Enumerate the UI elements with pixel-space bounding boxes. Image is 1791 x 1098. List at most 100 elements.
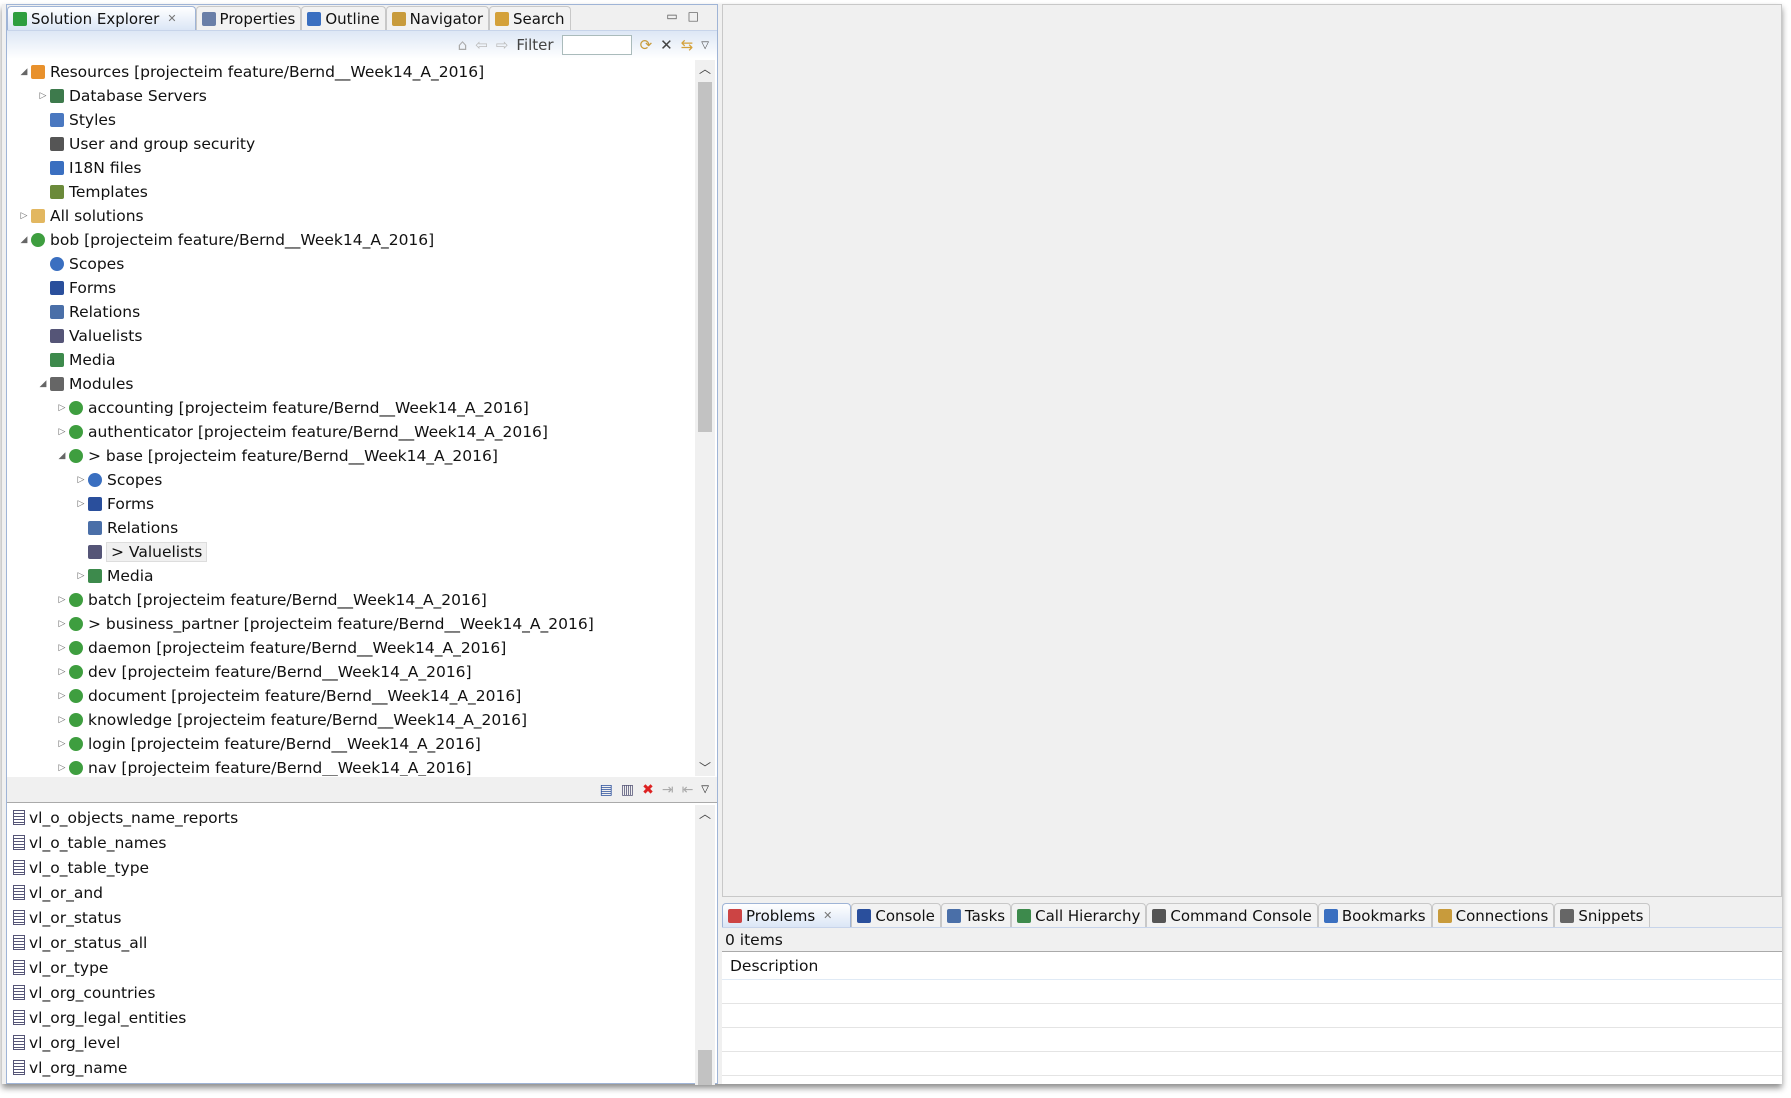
tree-item[interactable]: Templates (7, 180, 697, 204)
scroll-up-icon[interactable]: ︿ (695, 805, 715, 822)
tree-scrollbar[interactable]: ︿ ﹀ (695, 60, 715, 776)
tree-item[interactable]: ▷ Database Servers (7, 84, 697, 108)
tree-item[interactable]: ◢ Resources [projecteim feature/Bernd__We… (7, 60, 697, 84)
collapse-all-icon[interactable]: ✕ (660, 36, 673, 54)
delete-icon[interactable]: ✖ (642, 782, 654, 798)
tree-item[interactable]: Relations (7, 300, 697, 324)
collapsed-arrow-icon[interactable]: ▷ (55, 619, 69, 629)
collapsed-arrow-icon[interactable]: ▷ (55, 691, 69, 701)
tree-item[interactable]: ▷ batch [projecteim feature/Bernd__Week14… (7, 588, 697, 612)
scroll-thumb[interactable] (698, 1050, 712, 1085)
column-description[interactable]: Description (722, 952, 1782, 980)
collapsed-arrow-icon[interactable]: ▷ (55, 595, 69, 605)
tab-outline[interactable]: Outline (301, 6, 386, 30)
collapsed-arrow-icon[interactable]: ▷ (17, 211, 31, 221)
list-item[interactable]: vl_org_name (7, 1055, 697, 1080)
expanded-arrow-icon[interactable]: ◢ (55, 451, 69, 461)
tree-item[interactable]: ◢ > base [projecteim feature/Bernd__Week1… (7, 444, 697, 468)
tree-item[interactable]: ▷ > business_partner [projecteim feature/… (7, 612, 697, 636)
home-icon[interactable]: ⌂ (458, 36, 468, 54)
tab-bookmarks[interactable]: Bookmarks (1317, 903, 1432, 927)
tree-item[interactable]: ▷ dev [projecteim feature/Bernd__Week14_A… (7, 660, 697, 684)
tree-item[interactable]: ▷ All solutions (7, 204, 697, 228)
tree-item[interactable]: Styles (7, 108, 697, 132)
tree-item[interactable]: I18N files (7, 156, 697, 180)
scroll-down-icon[interactable]: ﹀ (695, 759, 715, 776)
tab-tasks[interactable]: Tasks (940, 903, 1012, 927)
tab-call-hierarchy[interactable]: Call Hierarchy (1011, 903, 1147, 927)
list-item[interactable]: vl_org_level (7, 1030, 697, 1055)
tab-snippets[interactable]: Snippets (1554, 903, 1650, 927)
tree-item[interactable]: Scopes (7, 252, 697, 276)
collapsed-arrow-icon[interactable]: ▷ (55, 763, 69, 773)
tree-item[interactable]: ▷ Scopes (7, 468, 697, 492)
collapsed-arrow-icon[interactable]: ▷ (74, 571, 88, 581)
close-icon[interactable]: ✕ (823, 909, 832, 922)
tree-item[interactable]: ◢ Modules (7, 372, 697, 396)
list-item[interactable]: vl_org_legal_entities (7, 1005, 697, 1030)
tree-item[interactable]: ▷ Forms (7, 492, 697, 516)
back-icon[interactable]: ⇦ (475, 36, 488, 54)
list-scrollbar[interactable]: ︿ (695, 805, 715, 1085)
list-item[interactable]: vl_o_table_type (7, 855, 697, 880)
tree-item[interactable]: ▷ authenticator [projecteim feature/Bernd… (7, 420, 697, 444)
sync-icon[interactable]: ⟳ (640, 36, 653, 54)
minimize-maximize-buttons[interactable]: ▭□ (666, 9, 709, 23)
collapsed-arrow-icon[interactable]: ▷ (36, 91, 50, 101)
scroll-up-icon[interactable]: ︿ (695, 60, 715, 77)
expanded-arrow-icon[interactable]: ◢ (17, 67, 31, 77)
table-row (722, 1028, 1782, 1052)
move-in-icon[interactable]: ⇤ (682, 782, 694, 798)
collapsed-arrow-icon[interactable]: ▷ (74, 475, 88, 485)
scroll-thumb[interactable] (698, 82, 712, 432)
tree-item[interactable]: User and group security (7, 132, 697, 156)
tree-item[interactable]: ▷ Media (7, 564, 697, 588)
tree-item[interactable]: ▷ nav [projecteim feature/Bernd__Week14_A… (7, 756, 697, 776)
link-editor-icon[interactable]: ⇆ (681, 36, 694, 54)
move-out-icon[interactable]: ⇥ (662, 782, 674, 798)
tree-item[interactable]: Relations (7, 516, 697, 540)
close-icon[interactable]: ✕ (167, 12, 176, 25)
tree-item[interactable]: ◢ bob [projecteim feature/Bernd__Week14_A… (7, 228, 697, 252)
tab-properties[interactable]: Properties (195, 6, 302, 30)
tree-item[interactable]: ▷ daemon [projecteim feature/Bernd__Week1… (7, 636, 697, 660)
tab-search[interactable]: Search (489, 6, 571, 30)
collapsed-arrow-icon[interactable]: ▷ (74, 499, 88, 509)
tree-item[interactable]: > Valuelists (7, 540, 697, 564)
tree-item[interactable]: ▷ login [projecteim feature/Bernd__Week14… (7, 732, 697, 756)
list-item[interactable]: vl_or_status_all (7, 930, 697, 955)
list-item[interactable]: vl_org_countries (7, 980, 697, 1005)
list-item[interactable]: vl_o_table_names (7, 830, 697, 855)
tab-navigator[interactable]: Navigator (385, 6, 490, 30)
collapsed-arrow-icon[interactable]: ▷ (55, 403, 69, 413)
tab-solution-explorer[interactable]: Solution Explorer ✕ (7, 6, 196, 30)
tab-command-console[interactable]: Command Console (1146, 903, 1318, 927)
tab-console[interactable]: Console (851, 903, 941, 927)
collapsed-arrow-icon[interactable]: ▷ (55, 643, 69, 653)
view-menu-icon[interactable]: ▽ (701, 40, 709, 51)
list-menu-icon[interactable]: ▽ (701, 784, 709, 795)
filter-input[interactable] (561, 35, 632, 55)
tree-item[interactable]: Valuelists (7, 324, 697, 348)
new-valuelist-icon[interactable]: ▥ (621, 782, 634, 798)
tree-item[interactable]: Media (7, 348, 697, 372)
expanded-arrow-icon[interactable]: ◢ (17, 235, 31, 245)
tab-problems[interactable]: Problems ✕ (722, 903, 852, 927)
list-item[interactable]: vl_or_and (7, 880, 697, 905)
expanded-arrow-icon[interactable]: ◢ (36, 379, 50, 389)
forward-icon[interactable]: ⇨ (496, 36, 509, 54)
tree-item[interactable]: Forms (7, 276, 697, 300)
list-item[interactable]: vl_or_status (7, 905, 697, 930)
collapsed-arrow-icon[interactable]: ▷ (55, 427, 69, 437)
collapsed-arrow-icon[interactable]: ▷ (55, 667, 69, 677)
save-icon[interactable]: ▤ (600, 782, 613, 798)
tree-item[interactable]: ▷ knowledge [projecteim feature/Bernd__We… (7, 708, 697, 732)
tree-item[interactable]: ▷ document [projecteim feature/Bernd__Wee… (7, 684, 697, 708)
tree-item[interactable]: ▷ accounting [projecteim feature/Bernd__W… (7, 396, 697, 420)
tab-connections[interactable]: Connections (1431, 903, 1555, 927)
collapsed-arrow-icon[interactable]: ▷ (55, 715, 69, 725)
list-item[interactable]: vl_or_type (7, 955, 697, 980)
collapsed-arrow-icon[interactable]: ▷ (55, 739, 69, 749)
table-row (722, 1052, 1782, 1076)
list-item[interactable]: vl_o_objects_name_reports (7, 805, 697, 830)
